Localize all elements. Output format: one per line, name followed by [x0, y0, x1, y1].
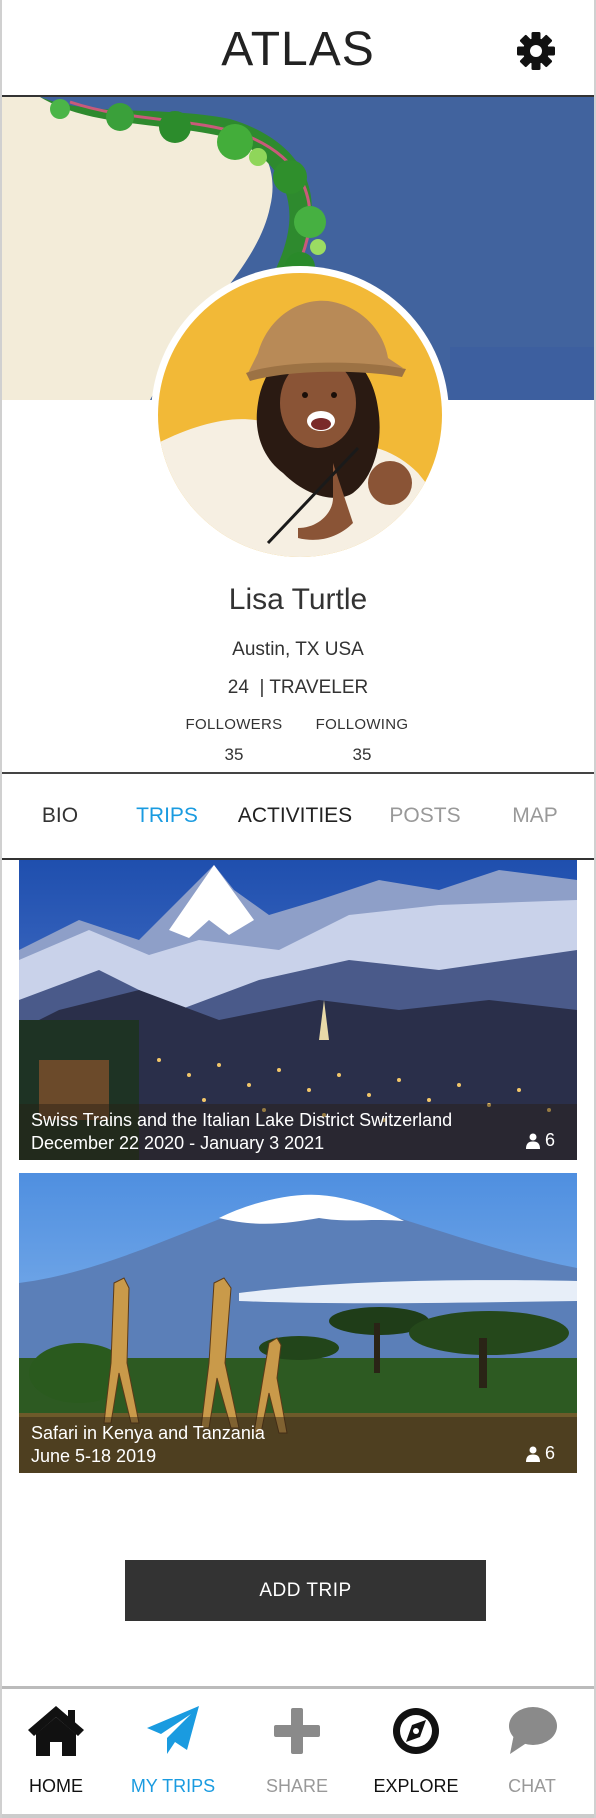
tab-bio[interactable]: BIO	[20, 804, 100, 828]
nav-item-my-trips[interactable]: MY TRIPS	[114, 1689, 232, 1817]
followers-stat[interactable]: FOLLOWERS 35	[164, 716, 304, 765]
avatar[interactable]	[151, 266, 449, 564]
trip-traveler-count: 6	[525, 1443, 555, 1464]
profile-tabs: BIO TRIPS ACTIVITIES POSTS MAP	[0, 772, 596, 860]
nav-item-share[interactable]: SHARE	[238, 1689, 356, 1817]
nav-label-my-trips: MY TRIPS	[130, 1776, 216, 1796]
app-header: ATLAS	[0, 0, 596, 97]
settings-gear-icon[interactable]	[514, 29, 558, 73]
profile-name: Lisa Turtle	[228, 583, 368, 616]
nav-item-explore[interactable]: EXPLORE	[357, 1689, 475, 1817]
frame-border-left	[0, 0, 2, 1818]
nav-item-chat[interactable]: CHAT	[473, 1689, 591, 1817]
person-icon	[525, 1133, 540, 1149]
add-trip-button[interactable]: ADD TRIP	[125, 1560, 486, 1621]
nav-item-home[interactable]: HOME	[0, 1689, 115, 1817]
trip-traveler-count-value: 6	[544, 1130, 555, 1150]
tab-map[interactable]: MAP	[495, 804, 575, 828]
following-count: 35	[352, 745, 372, 764]
tab-posts[interactable]: POSTS	[380, 804, 470, 828]
profile-age: 24	[227, 677, 249, 698]
tab-trips[interactable]: TRIPS	[127, 804, 207, 828]
tab-activities[interactable]: ACTIVITIES	[230, 804, 360, 828]
trip-title: Swiss Trains and the Italian Lake Distri…	[31, 1110, 453, 1130]
profile-role: | TRAVELER	[259, 677, 369, 698]
plus-icon	[274, 1708, 320, 1754]
bottom-nav: HOME MY TRIPS SHARE EXPLORE CHAT	[0, 1686, 596, 1814]
following-label: FOLLOWING	[315, 716, 409, 733]
home-icon	[28, 1706, 84, 1756]
trip-title: Safari in Kenya and Tanzania	[31, 1423, 265, 1443]
nav-label-chat: CHAT	[508, 1776, 556, 1796]
trip-caption: Safari in Kenya and Tanzania June 5-18 2…	[19, 1417, 577, 1473]
trip-dates: December 22 2020 - January 3 2021	[31, 1133, 325, 1153]
meta-spacer	[249, 677, 260, 698]
chat-bubble-icon	[509, 1707, 557, 1754]
nav-label-home: HOME	[29, 1776, 83, 1796]
paper-plane-icon	[147, 1706, 199, 1754]
trip-card-safari[interactable]: Safari in Kenya and Tanzania June 5-18 2…	[19, 1173, 577, 1473]
nav-label-explore: EXPLORE	[373, 1776, 459, 1796]
profile-screen: ATLAS Lisa Turtle Austin, TX USA 24 | TR…	[0, 0, 596, 1818]
trip-traveler-count: 6	[525, 1130, 555, 1151]
trip-card-swiss[interactable]: Swiss Trains and the Italian Lake Distri…	[19, 860, 577, 1160]
followers-count: 35	[224, 745, 244, 764]
trip-traveler-count-value: 6	[544, 1443, 555, 1463]
home-indicator-bar	[0, 1814, 596, 1818]
followers-label: FOLLOWERS	[185, 716, 283, 733]
nav-label-share: SHARE	[265, 1776, 328, 1796]
trip-dates: June 5-18 2019	[31, 1446, 157, 1466]
person-icon	[525, 1446, 540, 1462]
profile-location: Austin, TX USA	[232, 639, 364, 660]
compass-icon	[393, 1708, 439, 1754]
trip-caption: Swiss Trains and the Italian Lake Distri…	[19, 1104, 577, 1160]
app-title: ATLAS	[221, 23, 375, 76]
profile-meta: 24 | TRAVELER	[0, 677, 596, 699]
following-stat[interactable]: FOLLOWING 35	[292, 716, 432, 765]
